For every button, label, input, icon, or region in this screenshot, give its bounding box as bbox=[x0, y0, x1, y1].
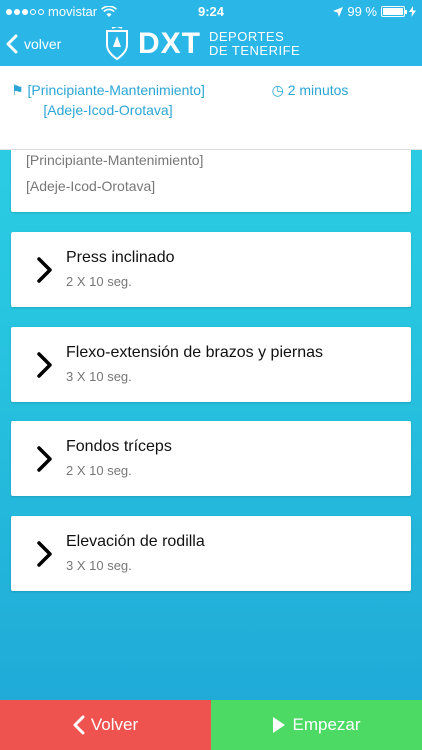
routine-level: ⚑ [Principiante-Mantenimiento][Adeje-Ico… bbox=[8, 80, 208, 120]
exercise-name: Elevación de rodilla bbox=[66, 533, 205, 550]
exercise-reps: 3 X 10 seg. bbox=[66, 369, 132, 384]
summary-line-2: [Adeje-Icod-Orotava] bbox=[26, 178, 156, 194]
routine-duration-text: 2 minutos bbox=[287, 82, 349, 98]
nav-back-label: volver bbox=[24, 36, 62, 52]
nav-bar: volver DXT DEPORTES DE TENERIFE bbox=[0, 22, 422, 66]
status-bar: movistar 9:24 99 % bbox=[0, 0, 422, 22]
battery-icon bbox=[381, 6, 407, 17]
tenerife-crest-icon bbox=[106, 27, 128, 61]
routine-info-bar: ⚑ [Principiante-Mantenimiento][Adeje-Ico… bbox=[0, 66, 422, 150]
start-button[interactable]: Empezar bbox=[211, 700, 422, 750]
start-button-label: Empezar bbox=[292, 715, 361, 734]
exercise-reps: 2 X 10 seg. bbox=[66, 274, 132, 289]
exercise-name: Fondos tríceps bbox=[66, 438, 172, 455]
exercise-name: Flexo-extensión de brazos y piernas bbox=[66, 344, 324, 361]
routine-duration: ◷ 2 minutos bbox=[250, 80, 370, 100]
chevron-right-icon bbox=[37, 541, 52, 567]
chevron-left-icon bbox=[6, 34, 18, 54]
chevron-right-icon bbox=[37, 446, 52, 472]
exercise-name: Press inclinado bbox=[66, 249, 175, 266]
routine-level-text: [Principiante-Mantenimiento][Adeje-Icod-… bbox=[27, 82, 205, 118]
logo-line-2: DE TENERIFE bbox=[209, 43, 301, 58]
exercise-reps: 3 X 10 seg. bbox=[66, 558, 132, 573]
logo-line-1: DEPORTES bbox=[209, 29, 285, 44]
exercise-reps: 2 X 10 seg. bbox=[66, 463, 132, 478]
charging-icon bbox=[409, 6, 416, 17]
back-button-label: Volver bbox=[90, 715, 139, 734]
exercise-item[interactable]: Fondos tríceps 2 X 10 seg. bbox=[11, 421, 411, 496]
dxt-logo: DXT DEPORTES DE TENERIFE bbox=[104, 25, 300, 63]
battery-group: 99 % bbox=[333, 4, 416, 19]
chevron-right-icon bbox=[37, 352, 52, 378]
location-arrow-icon bbox=[333, 6, 344, 17]
routine-summary-card: [Principiante-Mantenimiento] [Adeje-Icod… bbox=[11, 150, 411, 212]
play-icon bbox=[273, 717, 286, 733]
chevron-left-icon bbox=[73, 715, 85, 735]
logo-letters: DXT bbox=[138, 27, 201, 60]
logo-wordmark: DEPORTES DE TENERIFE bbox=[209, 30, 300, 58]
chevron-right-icon bbox=[37, 257, 52, 283]
flag-icon: ⚑ bbox=[11, 82, 24, 98]
exercise-item[interactable]: Press inclinado 2 X 10 seg. bbox=[11, 232, 411, 307]
back-button[interactable]: Volver bbox=[0, 700, 211, 750]
exercise-item[interactable]: Elevación de rodilla 3 X 10 seg. bbox=[11, 516, 411, 591]
nav-back-button[interactable]: volver bbox=[6, 30, 61, 58]
summary-line-1: [Principiante-Mantenimiento] bbox=[26, 152, 204, 168]
battery-percent: 99 % bbox=[347, 4, 377, 19]
exercise-item[interactable]: Flexo-extensión de brazos y piernas 3 X … bbox=[11, 327, 411, 402]
battery-fill bbox=[383, 8, 403, 15]
clock-icon: ◷ bbox=[271, 82, 284, 98]
